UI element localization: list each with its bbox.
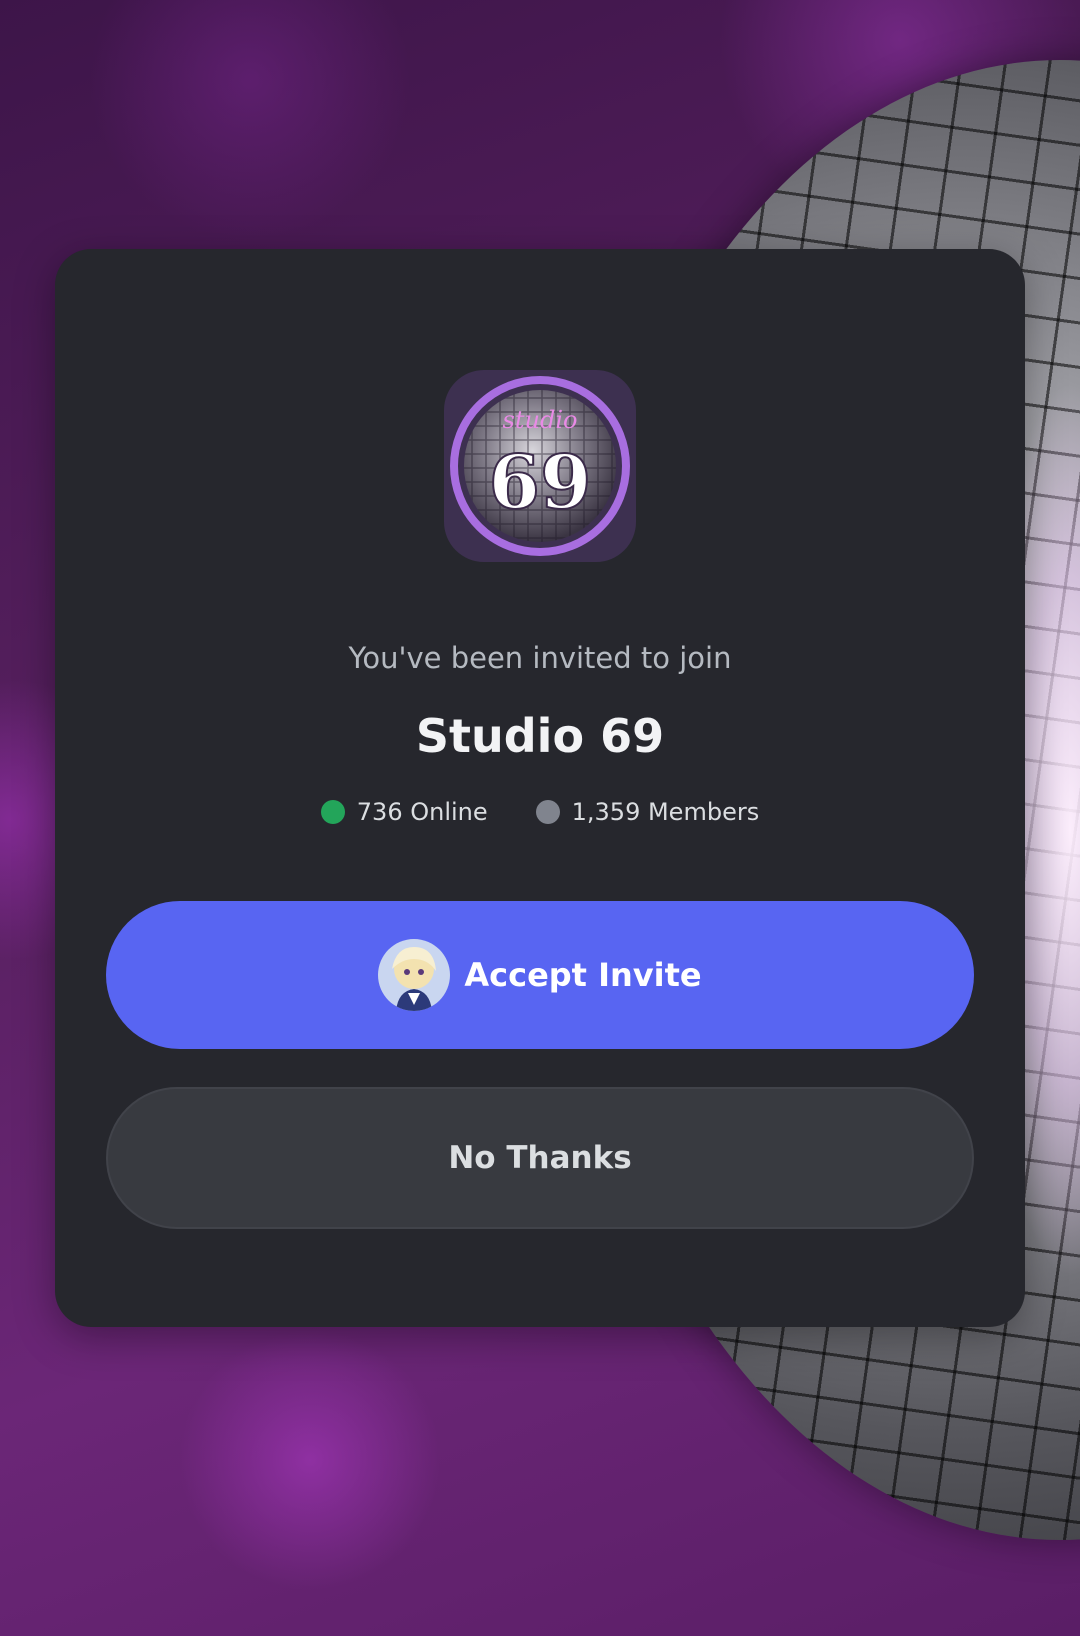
no-thanks-label: No Thanks bbox=[448, 1140, 632, 1176]
server-stats: 736 Online 1,359 Members bbox=[55, 792, 1025, 832]
member-count: 1,359 Members bbox=[571, 798, 760, 826]
invite-intro-text: You've been invited to join bbox=[348, 641, 732, 675]
online-count: 736 Online bbox=[356, 798, 488, 826]
members-stat: 1,359 Members bbox=[535, 792, 760, 832]
avatar-image bbox=[378, 939, 451, 1011]
online-status-dot-icon bbox=[320, 800, 345, 824]
server-icon-top-text: studio bbox=[503, 406, 578, 434]
server-icon-number: 69 bbox=[489, 440, 592, 526]
members-status-dot-icon bbox=[535, 800, 560, 824]
user-avatar bbox=[378, 939, 451, 1011]
server-icon: studio 69 bbox=[444, 370, 636, 562]
no-thanks-button[interactable]: No Thanks bbox=[106, 1087, 974, 1229]
server-name: Studio 69 bbox=[415, 709, 665, 763]
server-logo: studio 69 bbox=[450, 376, 630, 556]
accept-invite-label: Accept Invite bbox=[464, 956, 702, 994]
accept-invite-button[interactable]: Accept Invite bbox=[106, 901, 974, 1049]
online-stat: 736 Online bbox=[320, 792, 488, 832]
